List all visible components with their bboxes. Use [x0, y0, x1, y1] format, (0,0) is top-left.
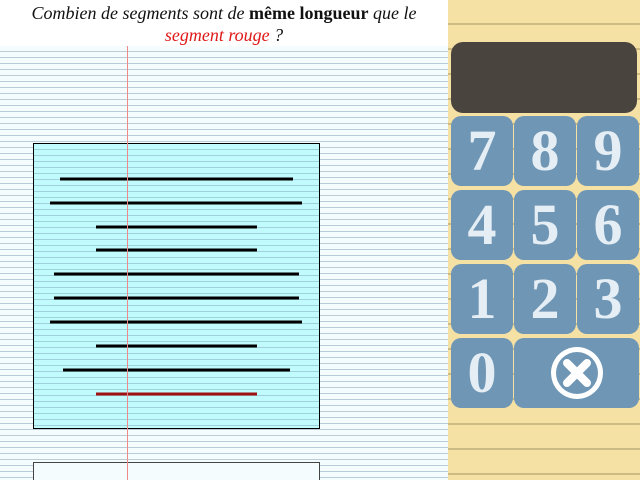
paper-margin-line: [127, 46, 128, 480]
key-3[interactable]: 3: [577, 264, 639, 334]
segments-drawing: [50, 177, 302, 396]
clear-x-circle-icon: [550, 347, 603, 399]
question-highlight: segment rouge: [164, 25, 270, 45]
key-1[interactable]: 1: [451, 264, 513, 334]
key-7[interactable]: 7: [451, 116, 513, 186]
question-part-1: Combien de segments sont de: [31, 3, 249, 23]
question-text: Combien de segments sont de même longueu…: [0, 0, 448, 46]
question-part-2: que le: [368, 3, 417, 23]
key-0[interactable]: 0: [451, 338, 513, 408]
key-2[interactable]: 2: [514, 264, 576, 334]
key-8[interactable]: 8: [514, 116, 576, 186]
clear-button[interactable]: [514, 338, 639, 408]
next-figure-box: [33, 462, 320, 480]
segments-figure: [33, 143, 320, 429]
key-6[interactable]: 6: [577, 190, 639, 260]
question-part-3: ?: [269, 25, 284, 45]
question-emphasis: même longueur: [249, 3, 369, 23]
key-5[interactable]: 5: [514, 190, 576, 260]
key-9[interactable]: 9: [577, 116, 639, 186]
answer-display: [451, 42, 637, 113]
key-4[interactable]: 4: [451, 190, 513, 260]
